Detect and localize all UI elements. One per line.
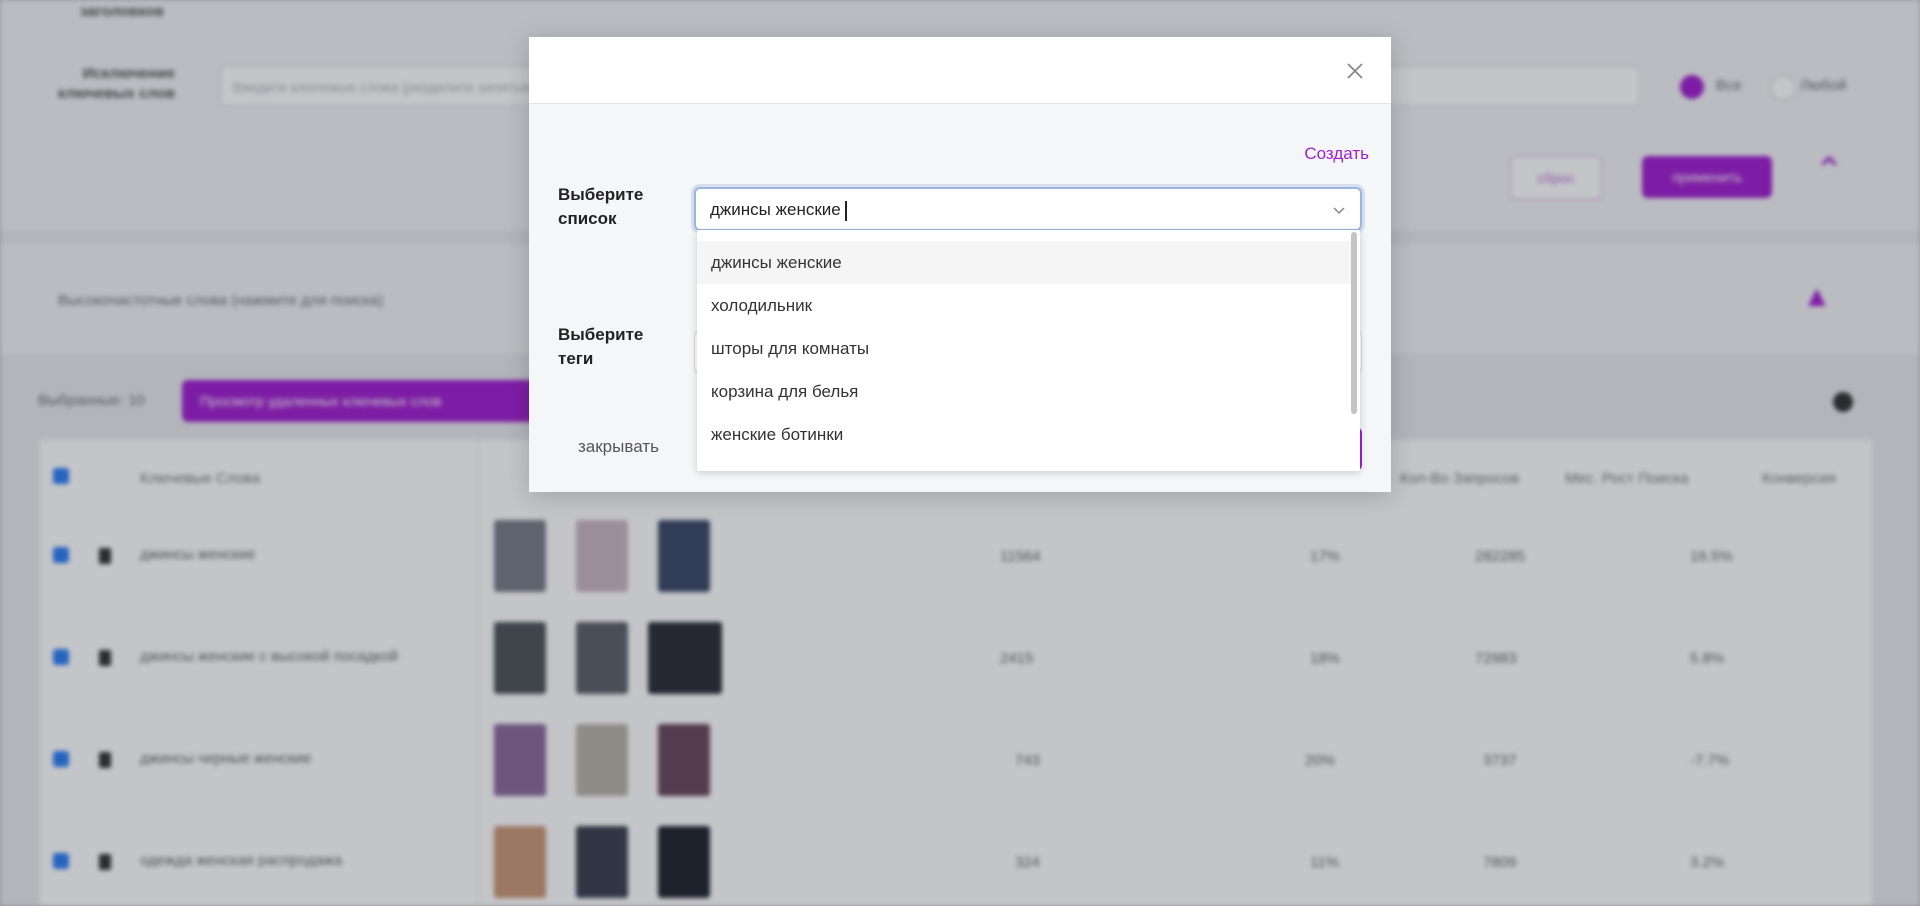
create-list-link[interactable]: Создать (1304, 144, 1369, 164)
close-button[interactable]: закрывать (578, 437, 659, 457)
close-icon[interactable] (1341, 57, 1369, 85)
list-select-value: джинсы женские (710, 200, 847, 221)
list-dropdown: джинсы женские холодильник шторы для ком… (697, 230, 1360, 471)
dropdown-option[interactable]: холодильник (697, 284, 1351, 327)
modal-header (529, 37, 1391, 104)
dropdown-scrollbar[interactable] (1351, 232, 1357, 414)
dropdown-option[interactable]: шторы для комнаты (697, 327, 1351, 370)
list-label: Выберите список (558, 185, 644, 228)
dropdown-option[interactable]: джинсы женские (697, 241, 1351, 284)
chevron-down-icon[interactable] (1330, 201, 1348, 219)
list-select-text: джинсы женские (710, 200, 841, 219)
list-select[interactable]: джинсы женские (694, 187, 1362, 231)
dropdown-option[interactable]: корзина для белья (697, 370, 1351, 413)
tags-label: Выберите теги (558, 325, 644, 368)
text-caret (844, 200, 847, 221)
dropdown-option[interactable]: кроссовки (697, 456, 1351, 471)
dropdown-option[interactable]: женские ботинки (697, 413, 1351, 456)
